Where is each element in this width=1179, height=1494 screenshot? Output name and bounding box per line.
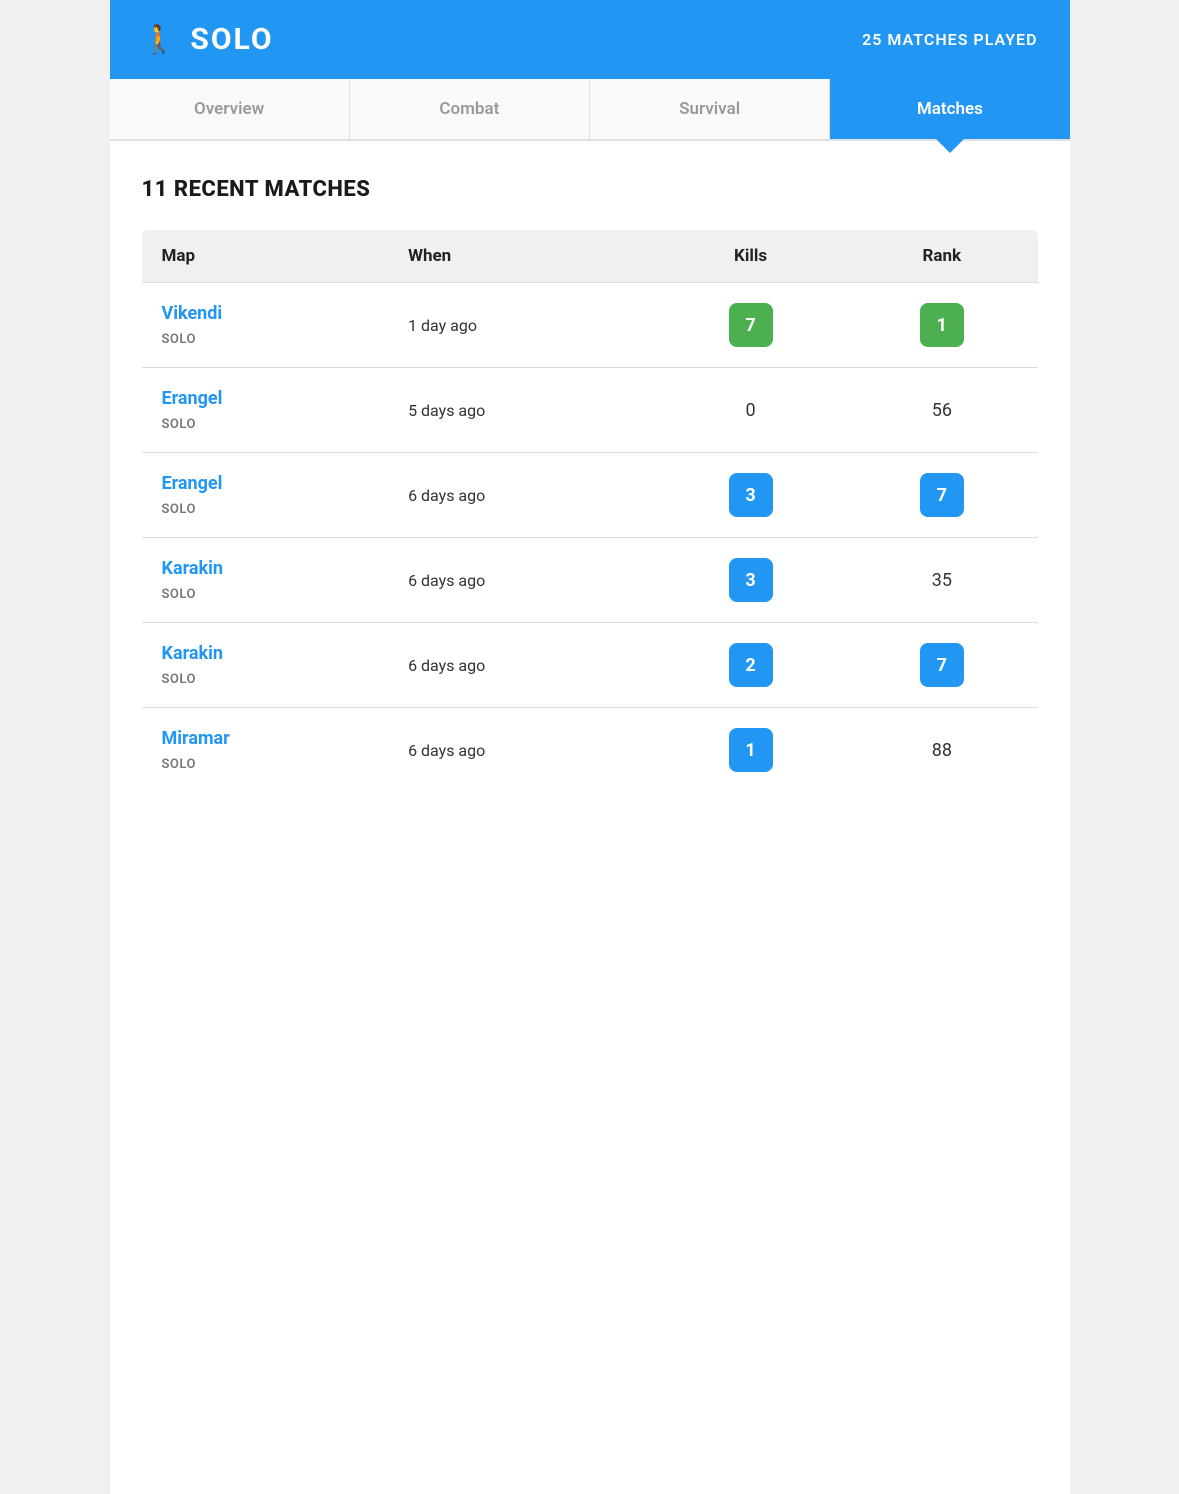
cell-map: Vikendi SOLO — [142, 283, 389, 368]
col-header-map: Map — [142, 230, 389, 283]
table-row[interactable]: Miramar SOLO 6 days ago 1 88 — [142, 708, 1038, 793]
matches-played-count: 25 MATCHES PLAYED — [862, 30, 1037, 49]
table-row[interactable]: Erangel SOLO 6 days ago 3 7 — [142, 453, 1038, 538]
tab-matches[interactable]: Matches — [830, 79, 1069, 139]
cell-kills: 2 — [655, 623, 846, 708]
map-name: Erangel — [162, 388, 369, 409]
cell-map: Erangel SOLO — [142, 453, 389, 538]
rank-badge: 7 — [920, 643, 964, 687]
cell-rank: 35 — [846, 538, 1037, 623]
cell-when: 6 days ago — [388, 623, 655, 708]
kills-value: 0 — [745, 400, 755, 421]
header-left: 🚶 SOLO — [142, 22, 274, 57]
table-header-row: Map When Kills Rank — [142, 230, 1038, 283]
map-mode: SOLO — [162, 332, 196, 347]
kills-badge: 3 — [729, 558, 773, 602]
solo-icon: 🚶 — [142, 23, 177, 56]
tab-combat[interactable]: Combat — [350, 79, 590, 139]
section-title: 11 RECENT MATCHES — [142, 177, 1038, 202]
cell-rank: 7 — [846, 453, 1037, 538]
cell-when: 1 day ago — [388, 283, 655, 368]
cell-kills: 0 — [655, 368, 846, 453]
cell-rank: 1 — [846, 283, 1037, 368]
map-name: Karakin — [162, 643, 369, 664]
cell-when: 5 days ago — [388, 368, 655, 453]
tabs-bar: Overview Combat Survival Matches — [110, 79, 1070, 141]
when-text: 6 days ago — [408, 486, 485, 505]
cell-kills: 3 — [655, 453, 846, 538]
map-name: Erangel — [162, 473, 369, 494]
cell-map: Erangel SOLO — [142, 368, 389, 453]
cell-kills: 3 — [655, 538, 846, 623]
rank-value: 56 — [932, 400, 952, 421]
rank-badge: 1 — [920, 303, 964, 347]
cell-map: Karakin SOLO — [142, 623, 389, 708]
col-header-kills: Kills — [655, 230, 846, 283]
table-row[interactable]: Vikendi SOLO 1 day ago 7 1 — [142, 283, 1038, 368]
map-name: Miramar — [162, 728, 369, 749]
map-name: Karakin — [162, 558, 369, 579]
header: 🚶 SOLO 25 MATCHES PLAYED — [110, 0, 1070, 79]
cell-when: 6 days ago — [388, 453, 655, 538]
cell-map: Miramar SOLO — [142, 708, 389, 793]
cell-rank: 7 — [846, 623, 1037, 708]
map-name: Vikendi — [162, 303, 369, 324]
matches-table: Map When Kills Rank Vikendi SOLO 1 day ago… — [142, 230, 1038, 792]
when-text: 6 days ago — [408, 741, 485, 760]
map-mode: SOLO — [162, 417, 196, 432]
map-mode: SOLO — [162, 757, 196, 772]
table-row[interactable]: Karakin SOLO 6 days ago 3 35 — [142, 538, 1038, 623]
main-content: 11 RECENT MATCHES Map When Kills Rank Vi… — [110, 141, 1070, 828]
when-text: 1 day ago — [408, 316, 477, 335]
app-container: 🚶 SOLO 25 MATCHES PLAYED Overview Combat… — [110, 0, 1070, 1494]
cell-when: 6 days ago — [388, 538, 655, 623]
kills-badge: 1 — [729, 728, 773, 772]
tab-overview[interactable]: Overview — [110, 79, 350, 139]
when-text: 6 days ago — [408, 656, 485, 675]
map-mode: SOLO — [162, 587, 196, 602]
col-header-when: When — [388, 230, 655, 283]
col-header-rank: Rank — [846, 230, 1037, 283]
kills-badge: 3 — [729, 473, 773, 517]
cell-kills: 1 — [655, 708, 846, 793]
table-row[interactable]: Karakin SOLO 6 days ago 2 7 — [142, 623, 1038, 708]
map-mode: SOLO — [162, 502, 196, 517]
kills-badge: 2 — [729, 643, 773, 687]
rank-badge: 7 — [920, 473, 964, 517]
when-text: 6 days ago — [408, 571, 485, 590]
cell-map: Karakin SOLO — [142, 538, 389, 623]
cell-rank: 56 — [846, 368, 1037, 453]
map-mode: SOLO — [162, 672, 196, 687]
mode-title: SOLO — [190, 22, 273, 57]
tab-survival[interactable]: Survival — [590, 79, 830, 139]
kills-badge: 7 — [729, 303, 773, 347]
table-row[interactable]: Erangel SOLO 5 days ago 0 56 — [142, 368, 1038, 453]
cell-kills: 7 — [655, 283, 846, 368]
rank-value: 35 — [932, 570, 952, 591]
cell-when: 6 days ago — [388, 708, 655, 793]
rank-value: 88 — [932, 740, 952, 761]
when-text: 5 days ago — [408, 401, 485, 420]
cell-rank: 88 — [846, 708, 1037, 793]
